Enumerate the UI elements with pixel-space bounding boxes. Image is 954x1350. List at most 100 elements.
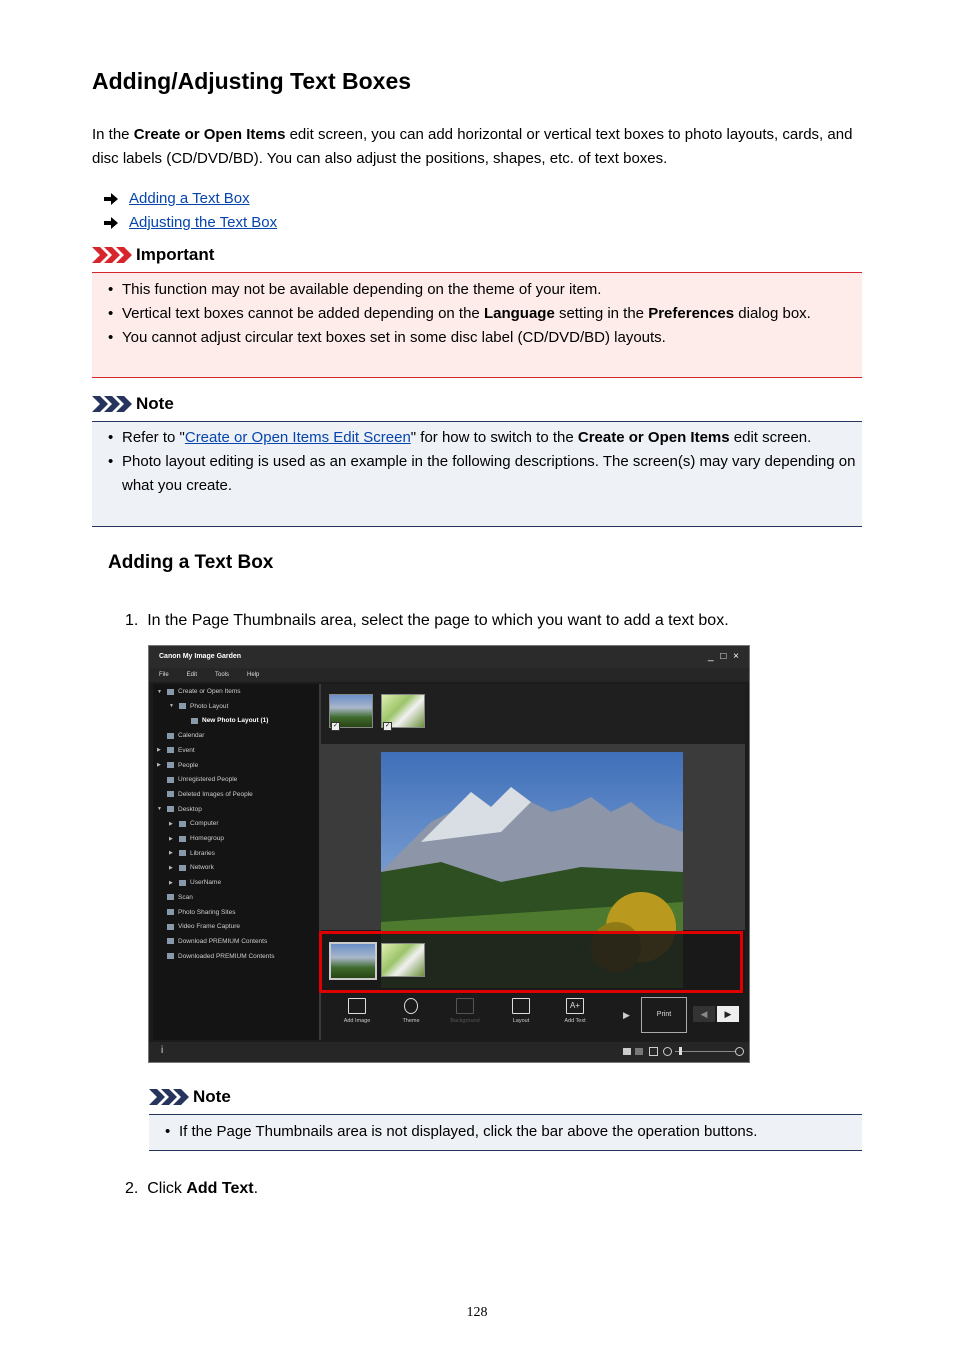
note-box: If the Page Thumbnails area is not displ… bbox=[149, 1114, 862, 1151]
menu-help[interactable]: Help bbox=[247, 672, 259, 678]
global-menu-tree: ▼ Create or Open Items ▼ Photo Layout New Ph… bbox=[153, 684, 321, 1040]
page-title: Adding/Adjusting Text Boxes bbox=[92, 68, 412, 94]
tree-toggle-icon[interactable]: ▶ bbox=[169, 821, 175, 827]
print-button[interactable]: Print bbox=[641, 997, 687, 1033]
note-heading: Note bbox=[149, 1087, 231, 1107]
section-heading: Adding a Text Box bbox=[108, 552, 274, 573]
note-heading: Note bbox=[92, 394, 174, 414]
tree-item[interactable]: New Photo Layout (1) bbox=[181, 717, 268, 724]
note-item: Photo layout editing is used as an examp… bbox=[92, 450, 862, 498]
tree-item[interactable]: Download PREMIUM Contents bbox=[157, 938, 267, 945]
add-text-icon: A+ bbox=[566, 998, 584, 1014]
tree-item[interactable]: Scan bbox=[157, 894, 193, 901]
tree-item[interactable]: ▼ Desktop bbox=[157, 806, 202, 813]
arrow-right-icon bbox=[104, 193, 118, 205]
background-button[interactable]: Background bbox=[443, 998, 487, 1024]
tree-item[interactable]: ▶ People bbox=[157, 762, 198, 769]
important-chevron-icon bbox=[92, 247, 132, 263]
tree-toggle-icon[interactable]: ▶ bbox=[157, 747, 163, 753]
folder-icon bbox=[167, 953, 174, 960]
folder-icon bbox=[179, 703, 186, 710]
folder-icon bbox=[167, 894, 174, 901]
checkbox-icon[interactable]: ✓ bbox=[331, 722, 340, 731]
next-arrow-icon[interactable]: ▶ bbox=[717, 1006, 739, 1022]
theme-icon bbox=[404, 998, 418, 1014]
link-adding-text-box[interactable]: Adding a Text Box bbox=[129, 187, 250, 211]
folder-icon bbox=[179, 879, 186, 886]
tree-item[interactable]: ▶ Homegroup bbox=[169, 835, 224, 842]
folder-icon bbox=[179, 864, 186, 871]
link-edit-screen[interactable]: Create or Open Items Edit Screen bbox=[185, 429, 411, 446]
folder-icon bbox=[167, 806, 174, 813]
arrow-right-icon bbox=[104, 217, 118, 229]
zoom-in-icon[interactable] bbox=[735, 1047, 744, 1056]
tree-toggle-icon[interactable]: ▼ bbox=[157, 806, 163, 812]
tree-item[interactable]: ▶ UserName bbox=[169, 879, 221, 886]
tree-toggle-icon[interactable]: ▶ bbox=[169, 850, 175, 856]
edit-area bbox=[321, 744, 745, 988]
link-adjusting-text-box[interactable]: Adjusting the Text Box bbox=[129, 211, 277, 235]
important-item: This function may not be available depen… bbox=[92, 278, 862, 302]
expand-arrow-icon[interactable]: ▶ bbox=[623, 1010, 630, 1021]
add-image-button[interactable]: Add Image bbox=[335, 998, 379, 1024]
zoom-slider-handle[interactable] bbox=[679, 1047, 682, 1055]
folder-icon bbox=[167, 688, 174, 695]
tree-toggle-icon[interactable]: ▼ bbox=[157, 689, 163, 695]
theme-button[interactable]: Theme bbox=[389, 998, 433, 1024]
view-icon[interactable] bbox=[635, 1048, 643, 1055]
background-icon bbox=[456, 998, 474, 1014]
tree-toggle-icon[interactable]: ▶ bbox=[169, 865, 175, 871]
section-links: Adding a Text Box Adjusting the Text Box bbox=[104, 187, 277, 235]
tree-item[interactable]: ▶ Network bbox=[169, 864, 214, 871]
tree-toggle-icon[interactable]: ▼ bbox=[169, 703, 175, 709]
tree-item[interactable]: ▶ Event bbox=[157, 747, 195, 754]
tree-item[interactable]: Unregistered People bbox=[157, 776, 237, 783]
folder-icon bbox=[167, 732, 174, 739]
page-thumbnails-top: ✓ ✓ bbox=[321, 684, 745, 744]
tree-toggle-icon[interactable]: ▶ bbox=[169, 880, 175, 886]
folder-icon bbox=[167, 938, 174, 945]
operation-buttons: Add Image Theme Background Layout A+ Add … bbox=[321, 994, 745, 1040]
note-chevron-icon bbox=[149, 1089, 189, 1105]
tree-toggle-icon[interactable]: ▶ bbox=[157, 762, 163, 768]
note-chevron-icon bbox=[92, 396, 132, 412]
folder-icon bbox=[179, 820, 186, 827]
tree-toggle-icon[interactable]: ▶ bbox=[169, 836, 175, 842]
folder-icon bbox=[167, 747, 174, 754]
zoom-out-icon[interactable] bbox=[663, 1047, 672, 1056]
tree-item[interactable]: Video Frame Capture bbox=[157, 923, 240, 930]
checkbox-icon[interactable]: ✓ bbox=[383, 722, 392, 731]
tree-item[interactable]: ▶ Computer bbox=[169, 820, 219, 827]
tree-item[interactable]: ▼ Photo Layout bbox=[169, 703, 228, 710]
app-titlebar: Canon My Image Garden _ □ × bbox=[149, 646, 749, 668]
note-item: Refer to "Create or Open Items Edit Scre… bbox=[92, 426, 862, 450]
tree-item[interactable]: Calendar bbox=[157, 732, 204, 739]
menu-tools[interactable]: Tools bbox=[215, 672, 229, 678]
layout-button[interactable]: Layout bbox=[499, 998, 543, 1024]
layout-icon bbox=[512, 998, 530, 1014]
step-1: 1. In the Page Thumbnails area, select t… bbox=[125, 612, 729, 629]
tree-item[interactable]: Downloaded PREMIUM Contents bbox=[157, 953, 274, 960]
add-image-icon bbox=[348, 998, 366, 1014]
fit-icon[interactable] bbox=[649, 1047, 658, 1056]
tree-item[interactable]: ▼ Create or Open Items bbox=[157, 688, 241, 695]
tree-item[interactable]: Deleted Images of People bbox=[157, 791, 253, 798]
tree-item[interactable]: ▶ Libraries bbox=[169, 850, 215, 857]
zoom-slider[interactable] bbox=[675, 1051, 735, 1052]
add-text-button[interactable]: A+ Add Text bbox=[553, 998, 597, 1024]
menu-file[interactable]: File bbox=[159, 672, 169, 678]
menu-edit[interactable]: Edit bbox=[187, 672, 197, 678]
note-item: If the Page Thumbnails area is not displ… bbox=[149, 1120, 862, 1144]
previous-arrow-icon[interactable]: ◀ bbox=[693, 1006, 715, 1022]
tree-item[interactable]: Photo Sharing Sites bbox=[157, 909, 235, 916]
highlight-frame bbox=[319, 931, 743, 993]
important-item: Vertical text boxes cannot be added depe… bbox=[92, 302, 862, 326]
folder-icon bbox=[167, 791, 174, 798]
folder-icon bbox=[167, 762, 174, 768]
view-icon[interactable] bbox=[623, 1048, 631, 1055]
folder-icon bbox=[167, 923, 174, 930]
folder-icon bbox=[179, 835, 186, 842]
window-controls[interactable]: _ □ × bbox=[708, 651, 741, 662]
info-icon[interactable]: i bbox=[161, 1045, 163, 1056]
step-2: 2. Click Add Text. bbox=[125, 1180, 259, 1197]
